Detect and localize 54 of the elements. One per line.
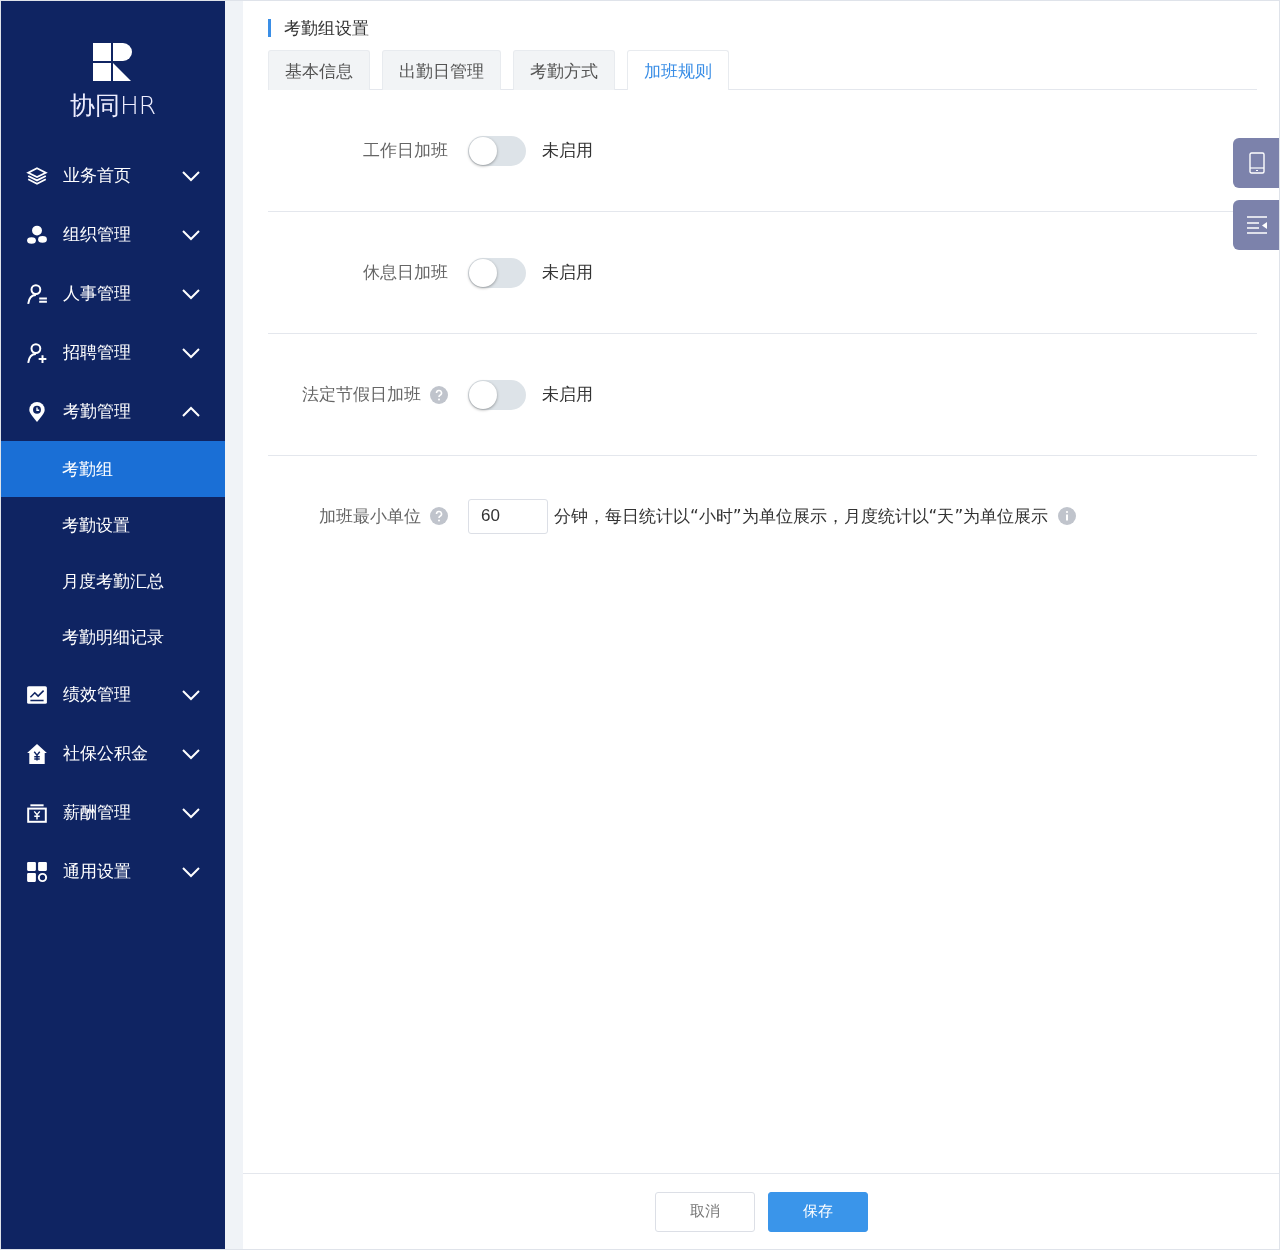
menu-item[interactable]: 社保公积金 — [1, 724, 225, 783]
toggle-switch[interactable] — [468, 135, 526, 166]
menu-icon — [26, 801, 48, 824]
chevron-down-icon — [181, 287, 201, 300]
floating-button[interactable] — [1233, 200, 1279, 250]
logo-icon — [93, 43, 133, 83]
submenu-item[interactable]: 月度考勤汇总 — [1, 553, 225, 609]
tablet-icon — [1248, 152, 1265, 174]
cancel-button[interactable]: 取消 — [654, 1191, 755, 1232]
menu-icon — [26, 282, 48, 305]
menu-item[interactable]: 绩效管理 — [1, 665, 225, 724]
tab[interactable]: 考勤方式 — [513, 50, 615, 90]
menu-item[interactable]: 业务首页 — [1, 146, 225, 205]
menu-item[interactable]: 人事管理 — [1, 264, 225, 323]
chevron-down-icon — [181, 688, 201, 701]
chevron-down-icon — [181, 228, 201, 241]
hint-text: 分钟，每日统计以“小时”为单位展示，月度统计以“天”为单位展示 — [554, 504, 1049, 528]
logo-text: 协同HR — [69, 90, 157, 122]
status-text: 未启用 — [542, 383, 593, 406]
toggle-switch[interactable] — [468, 379, 526, 410]
chevron-down-icon — [181, 169, 201, 182]
menu-icon — [26, 341, 48, 364]
setting-label: 工作日加班 — [363, 139, 448, 162]
chevron-down-icon — [181, 346, 201, 359]
submenu-item[interactable]: 考勤设置 — [1, 497, 225, 553]
submenu-item[interactable]: 考勤明细记录 — [1, 609, 225, 665]
number-input[interactable]: 60 — [468, 498, 548, 534]
menu-item[interactable]: 考勤管理 — [1, 382, 225, 441]
chevron-down-icon — [181, 747, 201, 760]
submenu-item[interactable]: 考勤组 — [1, 441, 225, 497]
menu-icon — [26, 742, 48, 765]
menu-icon — [26, 223, 48, 246]
menu-icon — [26, 683, 48, 706]
status-text: 未启用 — [542, 139, 593, 162]
chevron-down-icon — [181, 865, 201, 878]
chevron-down-icon — [181, 806, 201, 819]
floating-button[interactable] — [1233, 138, 1279, 188]
toggle-switch[interactable] — [468, 257, 526, 288]
chevron-up-icon — [181, 405, 201, 418]
tab[interactable]: 加班规则 — [627, 50, 729, 90]
collapse-menu-icon — [1245, 215, 1268, 235]
section-title: 考勤组设置 — [268, 19, 1257, 37]
tab[interactable]: 出勤日管理 — [382, 50, 501, 90]
menu-icon — [26, 400, 48, 423]
menu-item[interactable]: 招聘管理 — [1, 323, 225, 382]
setting-label: 休息日加班 — [363, 261, 448, 284]
status-text: 未启用 — [542, 261, 593, 284]
menu-item[interactable]: 薪酬管理 — [1, 783, 225, 842]
menu-icon — [26, 860, 48, 883]
menu-item[interactable]: 组织管理 — [1, 205, 225, 264]
tab[interactable]: 基本信息 — [268, 50, 370, 90]
menu-item[interactable]: 通用设置 — [1, 842, 225, 901]
setting-label: 加班最小单位 — [319, 504, 421, 528]
setting-label: 法定节假日加班 — [302, 383, 421, 406]
